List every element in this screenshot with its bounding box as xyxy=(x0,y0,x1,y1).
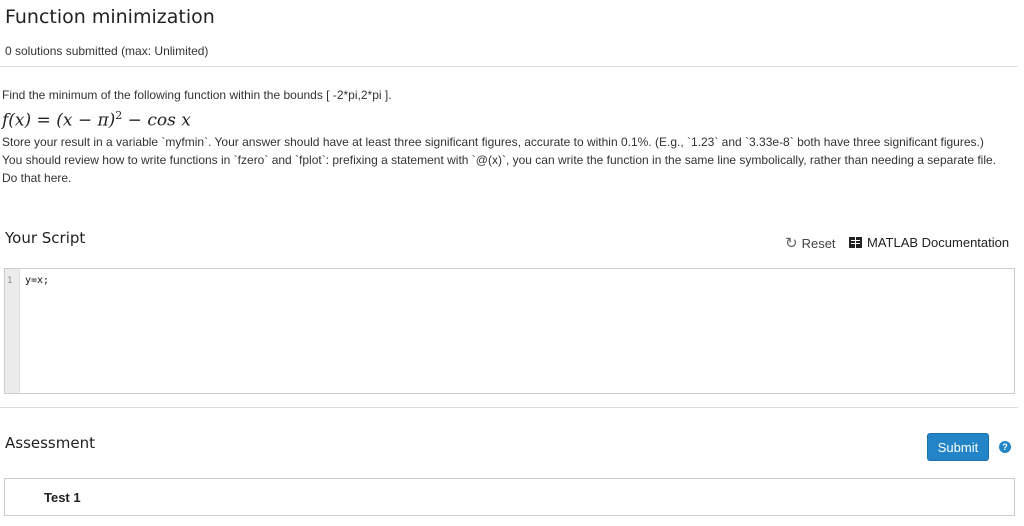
formula-rhs: − cos x xyxy=(122,110,191,131)
submit-button[interactable]: Submit xyxy=(927,433,989,461)
problem-formula: f(x) = (x − π)2 − cos x xyxy=(2,105,1012,132)
reset-icon: ↻ xyxy=(785,235,798,252)
reset-label: Reset xyxy=(801,236,836,251)
submission-count: 0 solutions submitted (max: Unlimited) xyxy=(5,44,209,58)
question-circle-icon[interactable]: ? xyxy=(999,441,1011,453)
script-heading: Your Script xyxy=(5,229,86,247)
code-line[interactable]: y=x; xyxy=(25,275,49,286)
problem-instructions: Store your result in a variable `myfmin`… xyxy=(2,134,984,149)
problem-hint: You should review how to write functions… xyxy=(2,152,997,185)
documentation-label: MATLAB Documentation xyxy=(867,235,1010,250)
test-item[interactable]: Test 1 xyxy=(4,478,1015,516)
line-number: 1 xyxy=(7,276,13,286)
assessment-divider xyxy=(0,407,1018,408)
header-divider xyxy=(0,66,1018,67)
code-editor[interactable]: 1 y=x; xyxy=(4,268,1015,394)
book-icon xyxy=(849,237,862,248)
formula-lhs: f(x) = (x − π) xyxy=(2,110,116,131)
page-title: Function minimization xyxy=(5,6,215,28)
problem-description: Find the minimum of the following functi… xyxy=(2,86,1012,187)
editor-gutter: 1 xyxy=(5,269,20,393)
matlab-documentation-link[interactable]: MATLAB Documentation xyxy=(849,235,1009,250)
assessment-heading: Assessment xyxy=(5,434,95,452)
test-label: Test 1 xyxy=(44,490,81,505)
reset-button[interactable]: ↻ Reset xyxy=(785,236,836,251)
problem-intro: Find the minimum of the following functi… xyxy=(2,88,392,102)
